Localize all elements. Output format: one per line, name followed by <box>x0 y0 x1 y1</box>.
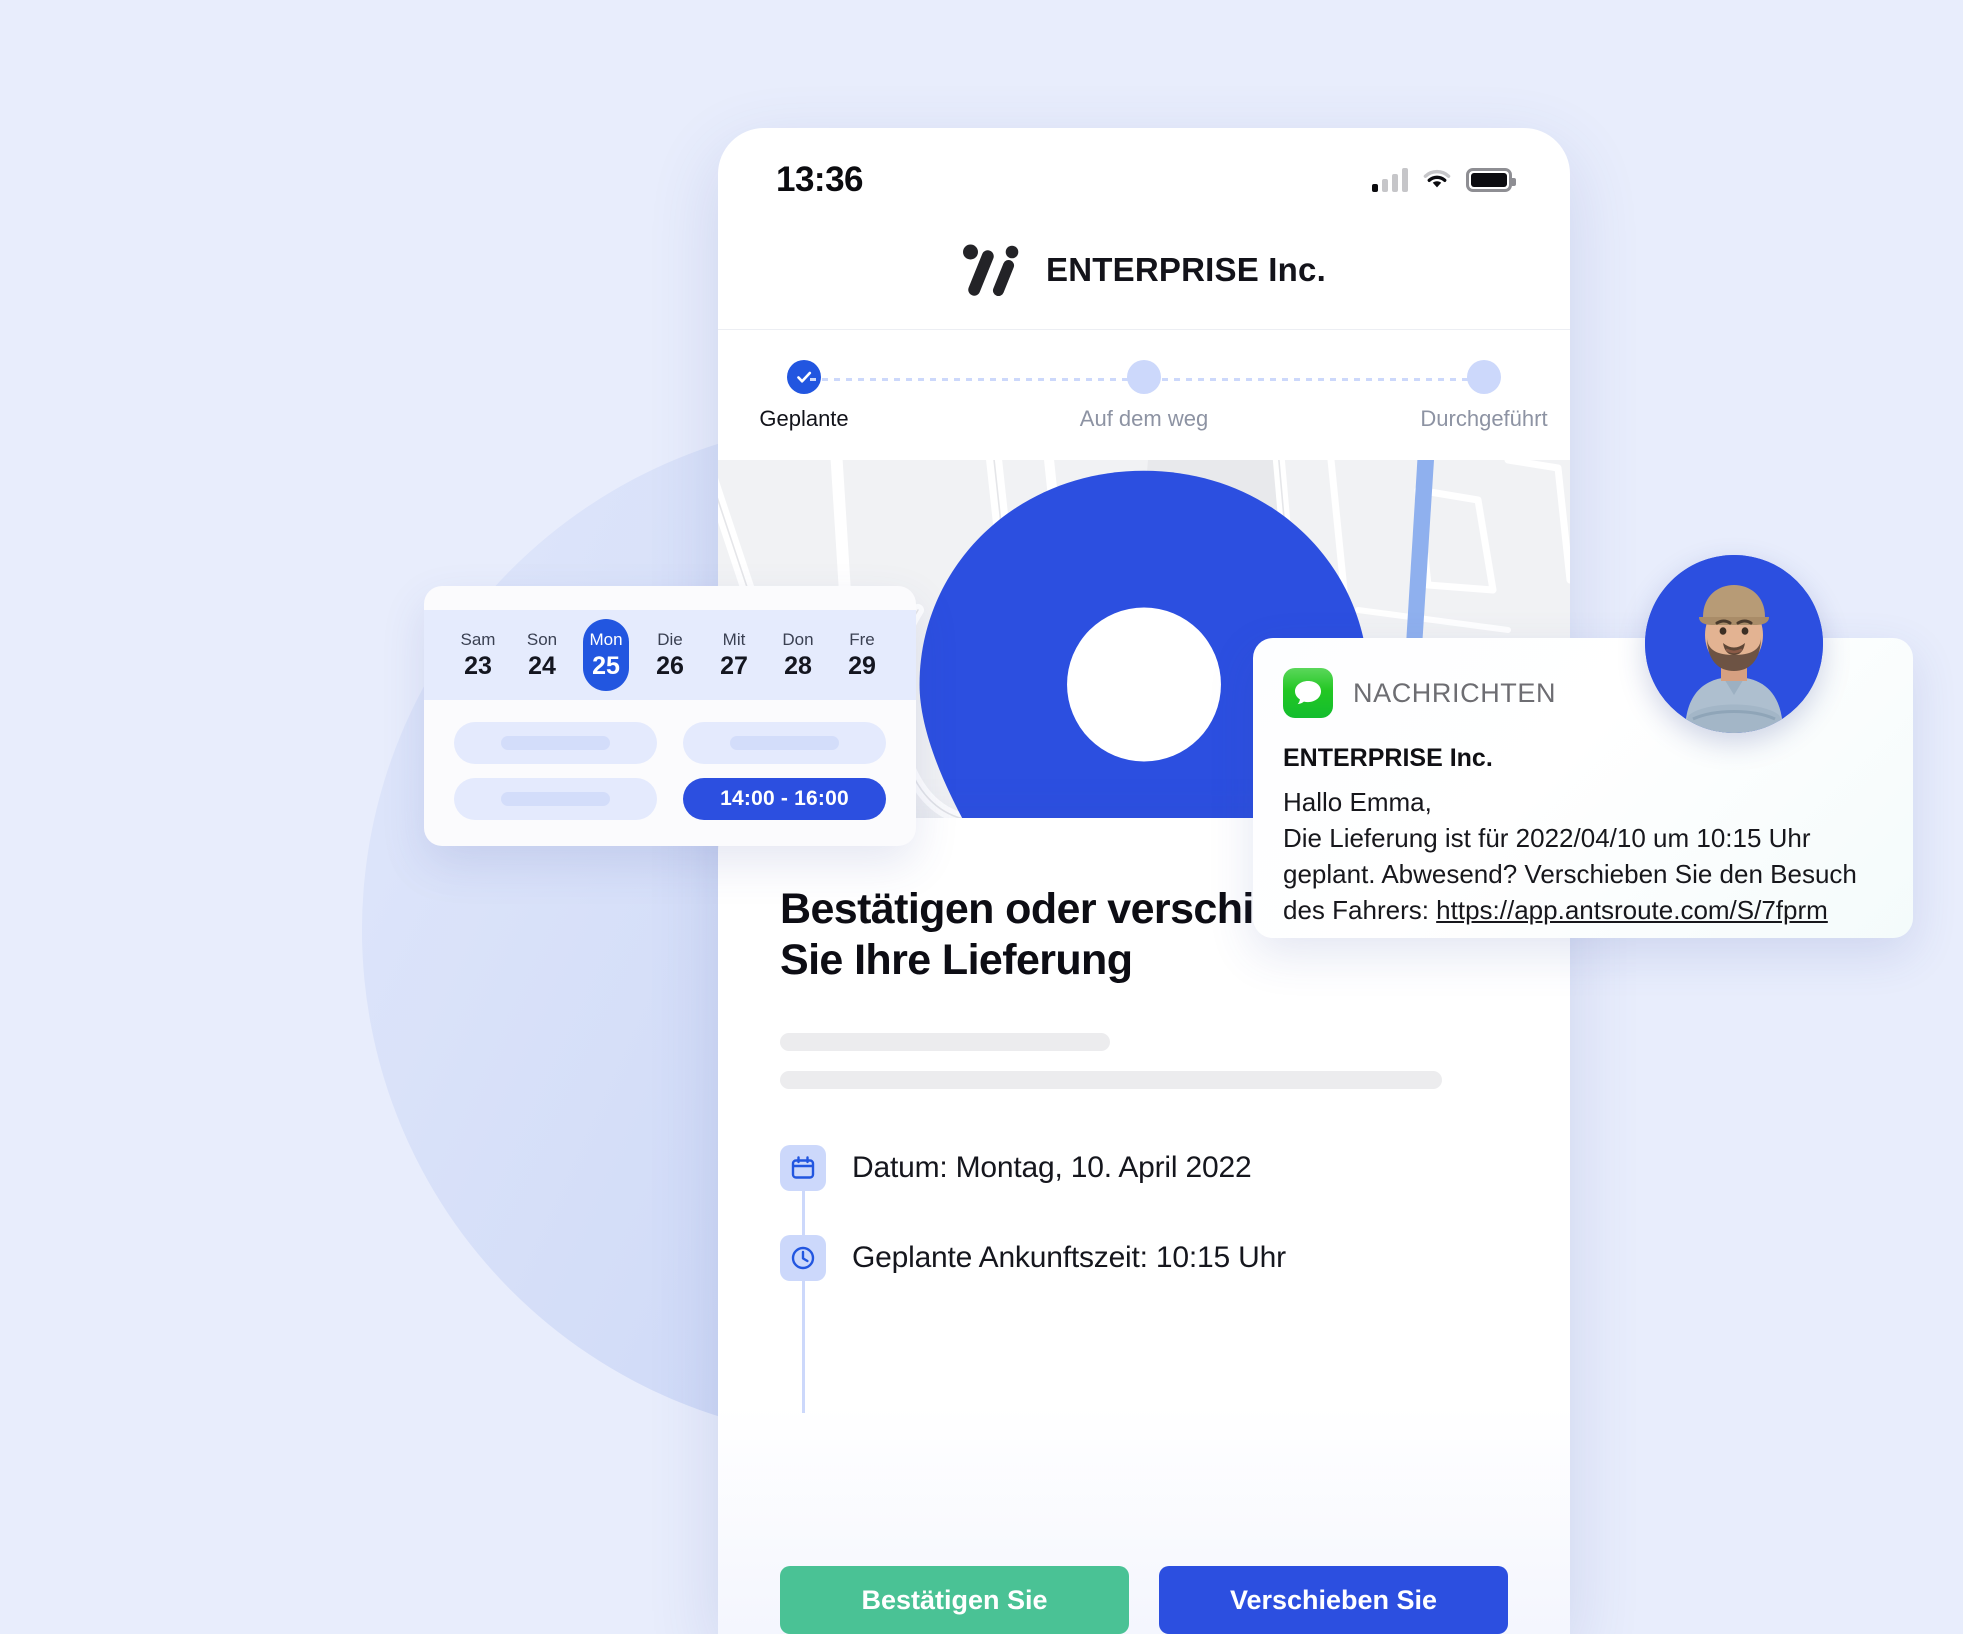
wifi-icon <box>1423 169 1451 188</box>
reschedule-button[interactable]: Verschieben Sie <box>1159 1566 1508 1634</box>
notification-line-2: Die Lieferung ist für 2022/04/10 um 10:1… <box>1283 822 1811 853</box>
detail-text-time: Geplante Ankunftszeit: 10:15 Uhr <box>852 1241 1286 1275</box>
status-bar-icons <box>1372 168 1516 192</box>
stepper-label-durchgefuehrt: Durchgeführt <box>1420 406 1548 431</box>
notification-link[interactable]: https://app.antsroute.com/S/7fprm <box>1436 895 1828 925</box>
calendar-time-slots: 14:00 - 16:00 <box>424 700 916 842</box>
calendar-dow-label: Mon <box>589 630 623 650</box>
time-slot-label: 14:00 - 16:00 <box>720 787 849 810</box>
dot-icon <box>1467 360 1501 394</box>
stepper-label-geplante: Geplante <box>759 406 849 431</box>
calendar-dow-label: Don <box>782 630 814 650</box>
calendar-day-28[interactable]: Don 28 <box>775 619 821 691</box>
calendar-day-29[interactable]: Fre 29 <box>839 619 885 691</box>
notification-line-1: Hallo Emma, <box>1283 787 1432 817</box>
delivery-progress-stepper: Geplante Auf dem weg Durchgeführt <box>718 330 1570 460</box>
status-bar: 13:36 <box>718 128 1570 210</box>
calendar-day-number: 28 <box>784 651 812 680</box>
time-slot-placeholder-2[interactable] <box>683 722 886 764</box>
calendar-slot-picker-card: Sam 23 Son 24 Mon 25 Die 26 Mit 27 Don 2… <box>424 586 916 846</box>
page-title-line-2: Sie Ihre Lieferung <box>780 935 1133 984</box>
avatar <box>1645 555 1823 733</box>
messages-icon <box>1283 668 1333 718</box>
stepper-label-auf-dem-weg: Auf dem weg <box>1079 406 1209 431</box>
notification-body: Hallo Emma, Die Lieferung ist für 2022/0… <box>1283 785 1883 929</box>
placeholder-text-line-2 <box>780 1071 1442 1090</box>
delivery-bottom-sheet: Bestätigen oder verschieben Sie Ihre Lie… <box>718 818 1570 1634</box>
calendar-day-27[interactable]: Mit 27 <box>711 619 757 691</box>
calendar-day-number: 29 <box>848 651 876 680</box>
detail-row-time: Geplante Ankunftszeit: 10:15 Uhr <box>780 1227 1508 1289</box>
calendar-dow-label: Sam <box>460 630 496 650</box>
delivery-details-list: Datum: Montag, 10. April 2022 Geplante A… <box>780 1137 1508 1414</box>
time-slot-placeholder-1[interactable] <box>454 722 657 764</box>
brand-name: ENTERPRISE Inc. <box>1046 250 1326 288</box>
clock-icon <box>780 1235 826 1282</box>
calendar-day-number: 24 <box>528 651 556 680</box>
calendar-icon <box>780 1145 826 1192</box>
calendar-dow-label: Die <box>657 630 683 650</box>
brand-header: ENTERPRISE Inc. <box>718 210 1570 330</box>
notification-line-4-prefix: des Fahrers: <box>1283 894 1437 925</box>
driver-portrait-icon <box>1645 555 1823 733</box>
detail-row-date: Datum: Montag, 10. April 2022 <box>780 1137 1508 1199</box>
time-slot-placeholder-3[interactable] <box>454 778 657 820</box>
calendar-dow-label: Mit <box>722 630 746 650</box>
notification-line-3: geplant. Abwesend? Verschieben Sie den B… <box>1283 858 1857 889</box>
stepper-connector-2 <box>1150 377 1478 381</box>
calendar-day-number: 23 <box>464 651 492 680</box>
stepper-connector-1 <box>810 377 1138 381</box>
battery-icon <box>1466 168 1516 192</box>
sheet-action-buttons: Bestätigen Sie Verschieben Sie <box>780 1566 1508 1634</box>
cellular-bars-icon <box>1372 168 1408 192</box>
calendar-day-number: 26 <box>656 651 684 680</box>
confirm-button[interactable]: Bestätigen Sie <box>780 1566 1129 1634</box>
calendar-week-strip: Sam 23 Son 24 Mon 25 Die 26 Mit 27 Don 2… <box>424 610 916 700</box>
calendar-day-number: 25 <box>592 651 620 680</box>
calendar-dow-label: Fre <box>849 630 875 650</box>
calendar-day-26[interactable]: Die 26 <box>647 619 693 691</box>
enterprise-logo-icon <box>963 244 1019 296</box>
calendar-day-number: 27 <box>720 651 748 680</box>
calendar-day-25-selected[interactable]: Mon 25 <box>583 619 629 691</box>
notification-sender: ENTERPRISE Inc. <box>1283 744 1493 772</box>
calendar-day-24[interactable]: Son 24 <box>519 619 565 691</box>
notification-app-name: NACHRICHTEN <box>1353 677 1557 708</box>
calendar-day-23[interactable]: Sam 23 <box>455 619 501 691</box>
detail-timeline-line <box>802 1183 805 1414</box>
time-slot-selected[interactable]: 14:00 - 16:00 <box>683 778 886 820</box>
detail-text-date: Datum: Montag, 10. April 2022 <box>852 1151 1252 1185</box>
calendar-dow-label: Son <box>526 630 558 650</box>
placeholder-text-line-1 <box>780 1033 1110 1052</box>
status-bar-time: 13:36 <box>776 160 864 199</box>
